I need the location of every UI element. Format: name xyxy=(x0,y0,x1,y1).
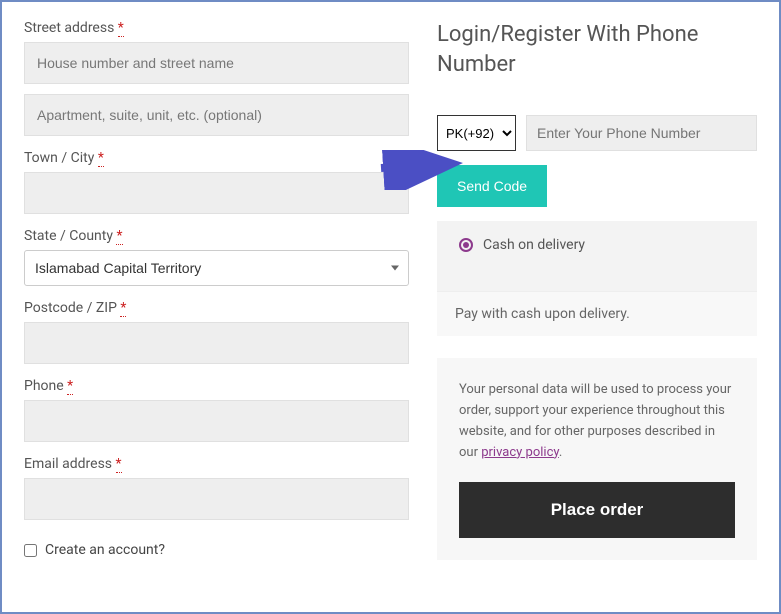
checkout-page: Street address * Town / City * State / C… xyxy=(0,0,781,614)
payment-method[interactable]: Cash on delivery xyxy=(437,221,757,291)
state-select-wrap: Islamabad Capital Territory xyxy=(24,250,409,286)
phone-label: Phone * xyxy=(24,378,409,394)
billing-form: Street address * Town / City * State / C… xyxy=(24,20,409,594)
postcode-input[interactable] xyxy=(24,322,409,364)
cod-option: Cash on delivery xyxy=(459,237,735,253)
login-heading: Login/Register With Phone Number xyxy=(437,20,757,79)
postcode-label: Postcode / ZIP * xyxy=(24,300,409,316)
cod-info: Pay with cash upon delivery. xyxy=(437,291,757,336)
state-field: State / County * Islamabad Capital Terri… xyxy=(24,228,409,286)
email-input[interactable] xyxy=(24,478,409,520)
required-mark: * xyxy=(67,378,73,395)
email-field: Email address * xyxy=(24,456,409,520)
street-field: Street address * xyxy=(24,20,409,84)
state-label: State / County * xyxy=(24,228,409,244)
apt-input[interactable] xyxy=(24,94,409,136)
required-mark: * xyxy=(116,456,122,473)
street-input[interactable] xyxy=(24,42,409,84)
state-select[interactable]: Islamabad Capital Territory xyxy=(24,250,409,286)
required-mark: * xyxy=(120,300,126,317)
login-phone-input[interactable] xyxy=(526,115,757,151)
required-mark: * xyxy=(98,150,104,167)
town-label: Town / City * xyxy=(24,150,409,166)
send-code-button[interactable]: Send Code xyxy=(437,165,547,207)
street-label: Street address * xyxy=(24,20,409,36)
privacy-note: Your personal data will be used to proce… xyxy=(437,358,757,559)
login-panel: Login/Register With Phone Number PK(+92)… xyxy=(437,20,757,594)
postcode-field: Postcode / ZIP * xyxy=(24,300,409,364)
email-label: Email address * xyxy=(24,456,409,472)
phone-row: PK(+92) xyxy=(437,115,757,151)
create-account-label: Create an account? xyxy=(45,542,165,558)
place-order-button[interactable]: Place order xyxy=(459,482,735,538)
create-account-box[interactable] xyxy=(24,544,37,557)
apt-field xyxy=(24,94,409,136)
phone-input[interactable] xyxy=(24,400,409,442)
town-input[interactable] xyxy=(24,172,409,214)
radio-checked-icon xyxy=(459,238,473,252)
payment-box: Cash on delivery Pay with cash upon deli… xyxy=(437,221,757,336)
required-mark: * xyxy=(118,20,124,37)
privacy-link[interactable]: privacy policy xyxy=(481,445,559,460)
required-mark: * xyxy=(116,228,122,245)
country-code-select[interactable]: PK(+92) xyxy=(437,115,516,151)
town-field: Town / City * xyxy=(24,150,409,214)
create-account-checkbox[interactable]: Create an account? xyxy=(24,542,409,558)
phone-field: Phone * xyxy=(24,378,409,442)
cod-label: Cash on delivery xyxy=(483,237,585,253)
